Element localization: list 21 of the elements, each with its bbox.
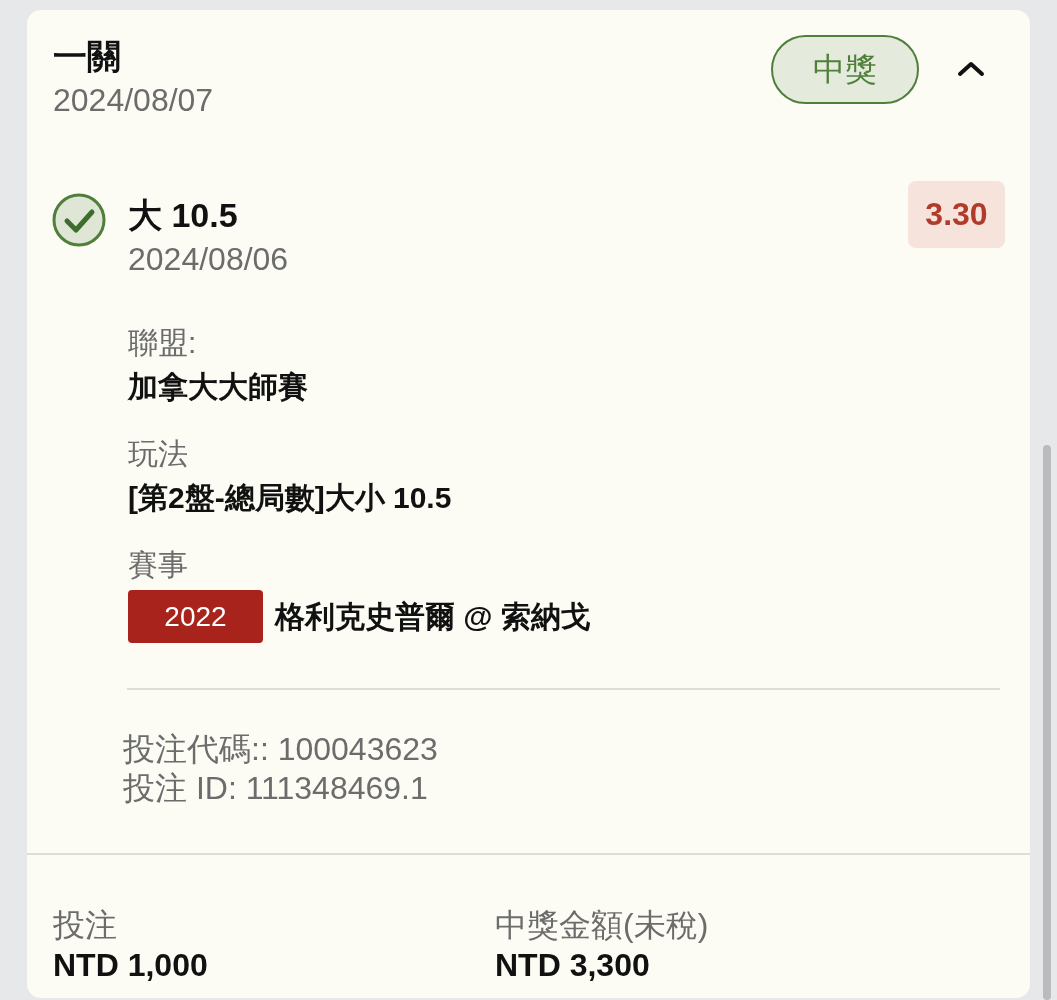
bet-date: 2024/08/07 <box>53 81 215 120</box>
status-badge: 中獎 <box>771 35 919 104</box>
odds-badge: 3.30 <box>908 181 1005 248</box>
detail-label: 玩法 <box>128 436 189 472</box>
bet-code: 投注代碼:: 100043623 <box>123 730 439 769</box>
bet-code: 投注 ID: 111348469.1 <box>123 769 429 808</box>
summary-value: NTD 3,300 <box>495 946 651 985</box>
detail-label: 賽事 <box>128 547 189 583</box>
bet-title: 一關 <box>53 36 122 77</box>
year-tag: 2022 <box>128 590 263 643</box>
detail-label: 聯盟: <box>128 325 198 361</box>
detail-value: 加拿大大師賽 <box>128 369 309 405</box>
summary-label: 投注 <box>53 906 118 945</box>
selection-pick: 大 10.5 <box>128 195 239 236</box>
chevron-icon[interactable] <box>957 61 985 77</box>
match-name: 格利克史普爾 @ 索納戈 <box>275 598 591 635</box>
detail-value: [第2盤-總局數]大小 10.5 <box>128 480 453 516</box>
selection-date: 2024/08/06 <box>128 240 290 279</box>
summary-label: 中獎金額(未稅) <box>495 906 710 945</box>
summary-value: NTD 1,000 <box>53 946 209 985</box>
scrollbar-thumb[interactable] <box>1043 445 1051 1000</box>
